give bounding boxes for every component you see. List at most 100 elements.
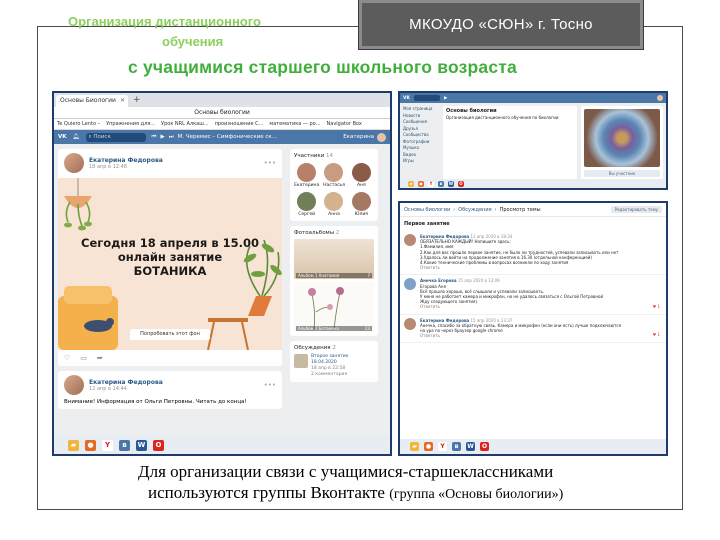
vk-icon[interactable]: в <box>452 442 461 451</box>
avatar[interactable] <box>64 153 84 173</box>
yandex-icon[interactable]: Y <box>102 439 113 451</box>
avatar[interactable] <box>64 375 84 395</box>
discussion-item[interactable]: Второе занятие 18.04.2020 18 апр в 22:58… <box>294 354 374 378</box>
vk-logo-icon[interactable]: VK <box>58 134 67 140</box>
post-date[interactable]: 12 апр в 14:44 <box>89 386 163 392</box>
members-title[interactable]: Участники 14 <box>294 153 374 159</box>
like-icon[interactable]: ♥ 1 <box>653 332 660 337</box>
word-icon[interactable]: W <box>448 180 454 187</box>
members-title-text: Участники <box>294 153 325 159</box>
chevron-right-icon: › <box>494 206 497 213</box>
firefox-icon[interactable]: ● <box>424 442 433 451</box>
more-icon[interactable]: ••• <box>264 159 276 167</box>
post: Екатерина Федорова 12 апр в 14:44 ••• Вн… <box>58 371 282 409</box>
reply-link[interactable]: Ответить <box>420 304 603 309</box>
firefox-icon[interactable]: ● <box>85 439 96 451</box>
comment-author[interactable]: Екатерина Федорова <box>420 318 469 323</box>
next-icon[interactable]: ⏭ <box>169 134 174 141</box>
share-icon[interactable]: ➦ <box>97 354 103 362</box>
post-banner: Сегодня 18 апреля в 15.00 онлайн занятие… <box>58 178 282 350</box>
discussions-title[interactable]: Обсуждения 2 <box>294 345 374 351</box>
explorer-icon[interactable]: ▰ <box>410 442 419 451</box>
member-name: Настасья <box>323 183 345 188</box>
like-icon[interactable]: ♥ 1 <box>653 304 660 309</box>
bookmark-item[interactable]: Упражнения для... <box>106 121 155 127</box>
member[interactable]: Сергей <box>294 192 319 217</box>
firefox-icon[interactable]: ● <box>418 180 424 187</box>
post-author[interactable]: Екатерина Федорова <box>89 379 163 386</box>
reply-link[interactable]: Ответить <box>420 333 621 338</box>
discussion-topic: Второе занятие 18.04.2020 <box>311 354 349 365</box>
album-thumbnail[interactable]: Альбом 1 Анатомия 7 <box>294 239 374 279</box>
opera-icon[interactable]: O <box>458 180 464 187</box>
vk-icon[interactable]: в <box>119 439 130 451</box>
avatar <box>351 163 371 182</box>
post-author[interactable]: Екатерина Федорова <box>89 157 163 164</box>
prev-icon[interactable]: ⏮ <box>152 134 157 141</box>
avatar[interactable] <box>657 95 663 101</box>
opera-icon[interactable]: O <box>480 442 489 451</box>
word-icon[interactable]: W <box>136 439 147 451</box>
avatar <box>297 192 317 211</box>
comment: Анечка Егорова 15 апр 2020 в 13:09 Егоро… <box>400 275 666 315</box>
search-input[interactable]: ⌕ Поиск <box>85 132 146 142</box>
reply-link[interactable]: Ответить <box>420 265 618 270</box>
avatar <box>297 163 317 182</box>
more-icon[interactable]: ••• <box>264 381 276 389</box>
avatar[interactable] <box>404 234 416 246</box>
albums-title[interactable]: Фотоальбомы 2 <box>294 230 374 236</box>
explorer-icon[interactable]: ▰ <box>408 180 414 187</box>
bookmark-item[interactable]: Урок NRL Алкаш... <box>161 121 209 127</box>
member[interactable]: Анна <box>321 192 346 217</box>
member[interactable]: Настасья <box>321 163 346 188</box>
banner-line3: БОТАНИКА <box>133 264 207 278</box>
comment: Екатерина Федорова 11 апр 2020 в 18:34 О… <box>400 231 666 276</box>
member[interactable]: Екатерина <box>294 163 319 188</box>
bell-icon[interactable]: 🔔︎ <box>73 134 80 140</box>
play-icon[interactable]: ▶ <box>160 134 164 140</box>
member[interactable]: Аня <box>349 163 374 188</box>
discussion-thumb <box>294 354 308 368</box>
caption-line2-main: используются группы Вконтакте <box>148 483 390 502</box>
comment-icon[interactable]: ▭ <box>80 354 87 362</box>
edit-topic-button[interactable]: Редактировать тему <box>610 206 662 213</box>
bookmark-item[interactable]: математика — ро... <box>269 121 320 127</box>
bookmark-item[interactable]: Te Quiero Lento – <box>57 121 100 127</box>
group-feed: Екатерина Федорова 18 апр в 12:48 ••• Се… <box>58 149 282 414</box>
search-input[interactable] <box>413 95 440 101</box>
avatar[interactable] <box>404 317 416 330</box>
post: Екатерина Федорова 18 апр в 12:48 ••• Се… <box>58 149 282 366</box>
new-tab-icon[interactable]: + <box>133 95 141 105</box>
opera-icon[interactable]: O <box>153 439 164 451</box>
caption-line1: Для организации связи с учащимися-старше… <box>138 462 554 481</box>
vk-logo-icon[interactable]: VK <box>403 96 410 101</box>
explorer-icon[interactable]: ▰ <box>68 439 79 451</box>
yandex-icon[interactable]: Y <box>428 180 434 187</box>
user-menu[interactable]: Екатерина <box>343 132 386 142</box>
browser-tab[interactable]: Основы Биологии ✕ <box>56 95 128 107</box>
member-status-button[interactable]: Вы участник <box>584 170 660 177</box>
group-cover-image[interactable] <box>584 109 660 167</box>
comment-author[interactable]: Анечка Егорова <box>420 278 457 283</box>
breadcrumb: Основы биологии › Обсуждения › Просмотр … <box>400 203 666 217</box>
word-icon[interactable]: W <box>466 442 475 451</box>
play-icon[interactable]: ▶ <box>444 96 447 101</box>
breadcrumb-item[interactable]: Основы биологии <box>404 207 450 213</box>
address-bar[interactable]: Основы биологии <box>54 107 390 119</box>
album-thumbnail[interactable]: Альбом 2 Ботаника 23 <box>294 282 374 332</box>
menu-item[interactable]: Игры <box>403 158 439 165</box>
member[interactable]: Юлия <box>349 192 374 217</box>
albums-title-text: Фотоальбомы <box>294 230 335 236</box>
avatar[interactable] <box>404 278 416 291</box>
close-icon[interactable]: ✕ <box>120 95 125 107</box>
post-date[interactable]: 18 апр в 12:48 <box>89 164 163 170</box>
like-icon[interactable]: ♡ <box>64 354 70 362</box>
bookmark-item[interactable]: произношение C... <box>215 121 264 127</box>
breadcrumb-item[interactable]: Обсуждения <box>458 207 491 213</box>
breadcrumb-current: Просмотр темы <box>499 206 541 213</box>
try-background-button[interactable]: Попробовать этот фон <box>130 329 210 340</box>
banner-text: Сегодня 18 апреля в 15.00 онлайн занятие… <box>58 236 282 278</box>
vk-icon[interactable]: в <box>438 180 444 187</box>
yandex-icon[interactable]: Y <box>438 442 447 451</box>
bookmark-item[interactable]: Navigator Box <box>327 121 362 127</box>
